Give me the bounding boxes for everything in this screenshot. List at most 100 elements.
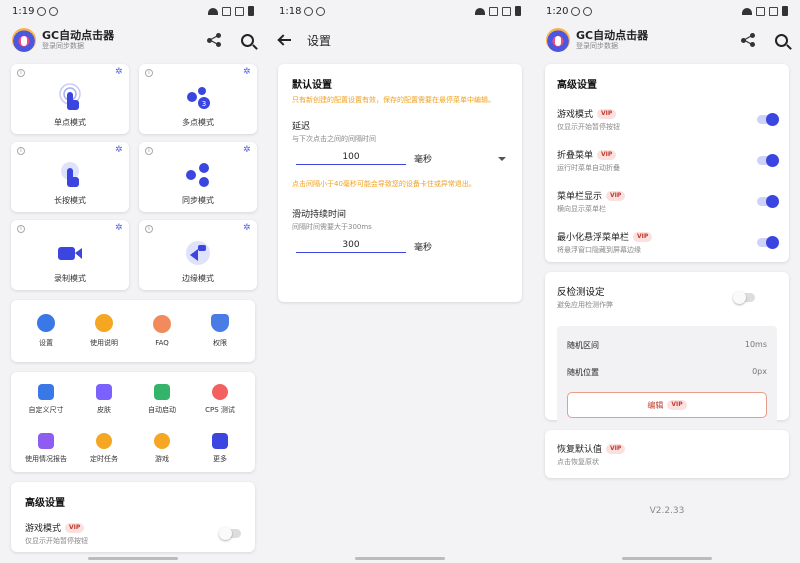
notification-icon: [37, 6, 47, 16]
signal-icon: [756, 6, 765, 16]
gear-icon[interactable]: ✲: [115, 146, 123, 155]
home-indicator[interactable]: [88, 557, 178, 560]
minimize-toggle[interactable]: [757, 236, 779, 249]
gear-icon[interactable]: ✲: [243, 146, 251, 155]
swipe-unit: 毫秒: [414, 243, 433, 253]
tool-more[interactable]: 更多: [191, 433, 249, 472]
info-icon[interactable]: i: [145, 225, 153, 233]
share-icon[interactable]: [741, 33, 755, 47]
search-icon[interactable]: [241, 33, 254, 47]
mode-card-multi[interactable]: i ✲ 3 多点模式: [139, 64, 257, 134]
tool-usage-report[interactable]: 使用情况报告: [17, 433, 75, 472]
single-tap-icon: [59, 83, 81, 110]
home-indicator[interactable]: [355, 557, 445, 560]
menubar-toggle[interactable]: [757, 195, 779, 208]
anti-detect-toggle[interactable]: [733, 290, 755, 304]
fold-menu-toggle[interactable]: [757, 154, 779, 167]
section-title: 高级设置: [25, 498, 65, 509]
wifi-icon: [475, 7, 485, 15]
tool-game[interactable]: 游戏: [133, 433, 191, 472]
info-icon[interactable]: i: [145, 69, 153, 77]
restore-defaults-card[interactable]: 恢复默认值 VIP 点击恢复原状: [545, 430, 789, 478]
random-interval-value: 10ms: [744, 340, 767, 349]
record-icon: [58, 247, 82, 260]
vip-badge: VIP: [606, 443, 626, 454]
quick-item-settings[interactable]: 设置: [18, 314, 74, 348]
settings-app-bar: 设置: [267, 22, 533, 58]
mode-label: 长按模式: [54, 196, 86, 205]
notification-icon: [49, 6, 59, 16]
tool-grid: 自定义尺寸 皮肤 自动启动 CPS 测试 使用情况报告 定时任务 游戏 更多: [11, 372, 255, 472]
game-mode-toggle[interactable]: [219, 527, 241, 540]
tool-timer[interactable]: 定时任务: [75, 433, 133, 472]
random-position-value: 0px: [752, 367, 767, 376]
tool-label: 自定义尺寸: [28, 406, 64, 414]
mode-card-record[interactable]: i ✲ 录制模式: [11, 220, 129, 290]
setting-sub: 仅显示开始暂停按钮: [25, 537, 88, 545]
edge-icon: [186, 241, 210, 265]
tool-label: 游戏: [155, 455, 169, 463]
setting-row-fold-menu: 折叠菜单 VIP 运行时菜单自动折叠: [557, 148, 779, 173]
mode-label: 同步模式: [182, 196, 214, 205]
mode-label: 录制模式: [54, 274, 86, 283]
quick-label: 设置: [39, 339, 53, 347]
app-bar: GC自动点击器 登录同步数据: [534, 22, 800, 58]
gear-icon: [37, 314, 55, 332]
quick-item-faq[interactable]: FAQ: [134, 315, 190, 347]
quick-item-manual[interactable]: 使用说明: [76, 314, 132, 348]
login-sync-link[interactable]: 登录同步数据: [576, 42, 648, 51]
search-icon[interactable]: [775, 33, 788, 47]
quick-item-permission[interactable]: 权限: [192, 314, 248, 348]
vip-badge: VIP: [633, 231, 653, 242]
edit-label: 编辑: [647, 400, 664, 410]
mode-card-edge[interactable]: i ✲ 边缘模式: [139, 220, 257, 290]
tool-skin[interactable]: 皮肤: [75, 384, 133, 423]
gear-icon[interactable]: ✲: [243, 68, 251, 77]
delay-warning: 点击间隔小于40毫秒可能会导致您的设备卡住或异常退出。: [292, 180, 476, 188]
quick-label: 使用说明: [90, 339, 118, 347]
tool-custom-size[interactable]: 自定义尺寸: [17, 384, 75, 423]
mode-label: 边缘模式: [182, 274, 214, 283]
gear-icon[interactable]: ✲: [243, 224, 251, 233]
unit-dropdown-icon[interactable]: [498, 157, 506, 161]
app-logo-icon: [546, 28, 570, 52]
phone-icon: [154, 384, 170, 400]
info-icon[interactable]: i: [17, 225, 25, 233]
mode-card-single[interactable]: i ✲ 单点模式: [11, 64, 129, 134]
mode-card-sync[interactable]: i ✲ 同步模式: [139, 142, 257, 212]
setting-title: 游戏模式: [557, 110, 594, 120]
gear-icon[interactable]: ✲: [115, 224, 123, 233]
long-press-icon: [61, 162, 79, 187]
home-indicator[interactable]: [622, 557, 712, 560]
share-icon[interactable]: [207, 33, 221, 47]
battery-icon: [782, 6, 788, 16]
back-arrow-icon[interactable]: [279, 35, 291, 45]
ruler-icon: [38, 384, 54, 400]
tool-cps-test[interactable]: CPS 测试: [191, 384, 249, 423]
edit-button[interactable]: 编辑 VIP: [567, 392, 767, 418]
notification-icon: [304, 6, 314, 16]
anti-detect-sub: 避免应用检测作弊: [557, 301, 613, 309]
tool-auto-start[interactable]: 自动启动: [133, 384, 191, 423]
chart-icon: [38, 433, 54, 449]
home-screen: 1:19 GC自动点击器 登录同步数据 i ✲ 单点模式 i ✲ 3 多点模式: [0, 0, 266, 563]
restore-title: 恢复默认值: [557, 445, 603, 455]
gear-icon[interactable]: ✲: [115, 68, 123, 77]
speedometer-icon: [212, 384, 228, 400]
section-title: 高级设置: [557, 80, 597, 91]
question-icon: [153, 315, 171, 333]
swipe-duration-input[interactable]: [296, 240, 406, 253]
delay-input[interactable]: [296, 152, 406, 165]
mode-card-long-press[interactable]: i ✲ 长按模式: [11, 142, 129, 212]
info-icon[interactable]: i: [17, 147, 25, 155]
game-mode-toggle[interactable]: [757, 113, 779, 126]
login-sync-link[interactable]: 登录同步数据: [42, 42, 114, 51]
info-icon[interactable]: i: [145, 147, 153, 155]
notification-icon: [583, 6, 593, 16]
app-version: V2.2.33: [649, 506, 685, 516]
info-icon[interactable]: i: [17, 69, 25, 77]
setting-row-game-mode: 游戏模式 VIP 仅显示开始暂停按钮: [25, 521, 241, 546]
setting-row-menubar: 菜单栏显示 VIP 横向显示菜单栏: [557, 189, 779, 214]
signal-icon: [769, 6, 778, 16]
signal-icon: [502, 6, 511, 16]
